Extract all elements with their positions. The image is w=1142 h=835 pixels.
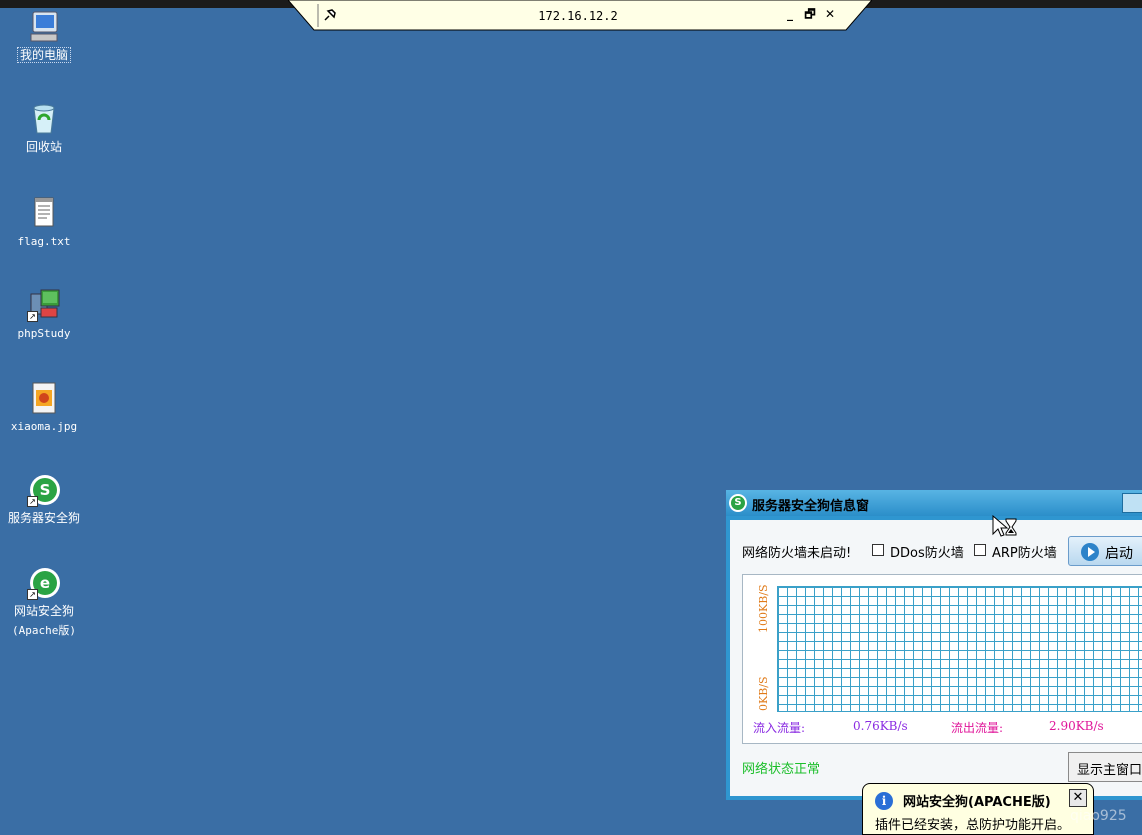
restore-button[interactable]: 🗗 — [802, 6, 818, 22]
info-icon: i — [875, 792, 893, 810]
desktop-icon-label: flag.txt — [17, 235, 71, 248]
desktop-icon-my-computer[interactable]: 我的电脑 — [0, 10, 88, 63]
shortcut-arrow-icon: ↗ — [27, 496, 38, 507]
desktop-icon-flag-txt[interactable]: flag.txt — [0, 196, 88, 249]
svg-text:e: e — [40, 574, 50, 592]
desktop-icon-label-sub: (Apache版) — [12, 624, 76, 637]
pin-icon[interactable] — [322, 7, 338, 23]
safedog-server-icon: S ↗ — [27, 473, 61, 507]
desktop-icon-label: 网站安全狗 — [13, 604, 74, 618]
svg-text:S: S — [40, 481, 51, 499]
text-file-icon — [27, 196, 61, 230]
y-label-top: 100KB/S — [757, 584, 770, 633]
ddos-checkbox[interactable] — [872, 544, 884, 556]
start-button-label: 启动 — [1105, 546, 1133, 562]
minimize-button[interactable]: _ — [782, 6, 798, 22]
start-button[interactable]: 启动 — [1068, 536, 1142, 566]
desktop-icon-xiaoma-jpg[interactable]: xiaoma.jpg — [0, 381, 88, 434]
watermark: qiao925 — [1070, 808, 1127, 824]
notification-message: 插件已经安装，总防护功能开启。 — [875, 818, 1071, 833]
desktop-icon-phpstudy[interactable]: ↗ phpStudy — [0, 288, 88, 341]
show-main-window-button[interactable]: 显示主窗口 — [1068, 752, 1142, 782]
firewall-status-text: 网络防火墙未启动! — [742, 546, 852, 561]
desktop-icon-label: 我的电脑 — [16, 47, 72, 63]
y-label-bottom: 0KB/S — [757, 676, 770, 711]
inbound-value: 0.76KB/s — [853, 719, 908, 733]
desktop-icon-label: phpStudy — [17, 327, 71, 340]
shortcut-arrow-icon: ↗ — [27, 589, 38, 600]
desktop-icon-recycle-bin[interactable]: 回收站 — [0, 102, 88, 155]
info-window-title: 服务器安全狗信息窗 — [752, 499, 870, 514]
rdp-title: 172.16.12.2 — [538, 9, 618, 23]
desktop-icon-label: 服务器安全狗 — [7, 511, 80, 525]
traffic-grid — [777, 586, 1142, 712]
arp-checkbox[interactable] — [974, 544, 986, 556]
notification-close-button[interactable]: ✕ — [1069, 789, 1087, 807]
outbound-value: 2.90KB/s — [1049, 719, 1104, 733]
info-window-body: 网络防火墙未启动! DDos防火墙 ARP防火墙 启动 100KB/S 0KB/… — [730, 520, 1142, 796]
close-button[interactable]: ✕ — [822, 6, 838, 22]
ddos-label: DDos防火墙 — [890, 546, 964, 561]
arp-label: ARP防火墙 — [992, 546, 1057, 561]
inbound-label: 流入流量: — [753, 721, 806, 735]
info-window-minimize-button[interactable] — [1122, 493, 1142, 513]
rdp-connection-bar: 172.16.12.2 _ 🗗 ✕ — [288, 0, 872, 31]
notification-title: 网站安全狗(APACHE版) — [903, 795, 1051, 810]
info-window-titlebar[interactable]: S 服务器安全狗信息窗 — [726, 490, 1142, 516]
balloon-notification[interactable]: i 网站安全狗(APACHE版) ✕ 插件已经安装，总防护功能开启。 — [862, 783, 1094, 835]
safedog-info-window: S 服务器安全狗信息窗 网络防火墙未启动! DDos防火墙 ARP防火墙 启动 … — [726, 490, 1142, 800]
traffic-graph: 100KB/S 0KB/S 流入流量: 0.76KB/s 流出流量: 2.90K… — [742, 574, 1142, 744]
network-status-text: 网络状态正常 — [742, 762, 821, 777]
desktop-icon-label: xiaoma.jpg — [10, 420, 78, 433]
busy-cursor-icon — [992, 514, 1020, 543]
safedog-web-icon: e ↗ — [27, 566, 61, 600]
outbound-label: 流出流量: — [951, 721, 1004, 735]
phpstudy-icon: ↗ — [27, 288, 61, 322]
shortcut-arrow-icon: ↗ — [27, 311, 38, 322]
desktop-icon-safedog-web[interactable]: e ↗ 网站安全狗 (Apache版) — [0, 566, 88, 638]
computer-icon — [27, 10, 61, 44]
desktop-icon-safedog-server[interactable]: S ↗ 服务器安全狗 — [0, 473, 88, 526]
desktop-icon-label: 回收站 — [25, 140, 62, 154]
safedog-logo-icon: S — [729, 494, 747, 512]
image-file-icon — [27, 381, 61, 415]
recycle-bin-icon — [27, 102, 61, 136]
play-icon — [1081, 543, 1099, 561]
